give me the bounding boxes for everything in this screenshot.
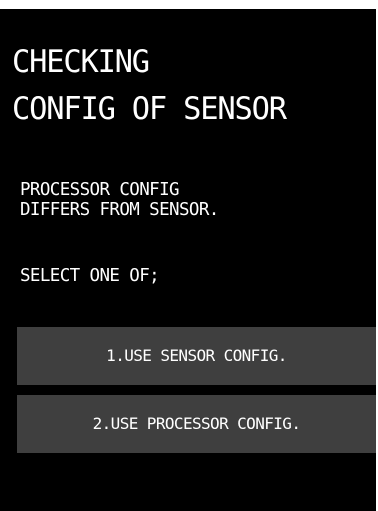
message-line-2: DIFFERS FROM SENSOR. — [20, 200, 219, 220]
title-line-1: CHECKING — [12, 44, 150, 80]
use-sensor-config-button[interactable]: 1.USE SENSOR CONFIG. — [17, 327, 376, 385]
config-check-screen: CHECKING CONFIG OF SENSOR PROCESSOR CONF… — [0, 9, 376, 511]
mismatch-message: PROCESSOR CONFIG DIFFERS FROM SENSOR. — [20, 180, 219, 220]
use-processor-config-button[interactable]: 2.USE PROCESSOR CONFIG. — [17, 395, 376, 453]
selection-prompt: SELECT ONE OF; — [20, 266, 160, 286]
title-line-2: CONFIG OF SENSOR — [12, 91, 287, 127]
message-line-1: PROCESSOR CONFIG — [20, 180, 180, 200]
page-title: CHECKING CONFIG OF SENSOR — [12, 39, 287, 133]
